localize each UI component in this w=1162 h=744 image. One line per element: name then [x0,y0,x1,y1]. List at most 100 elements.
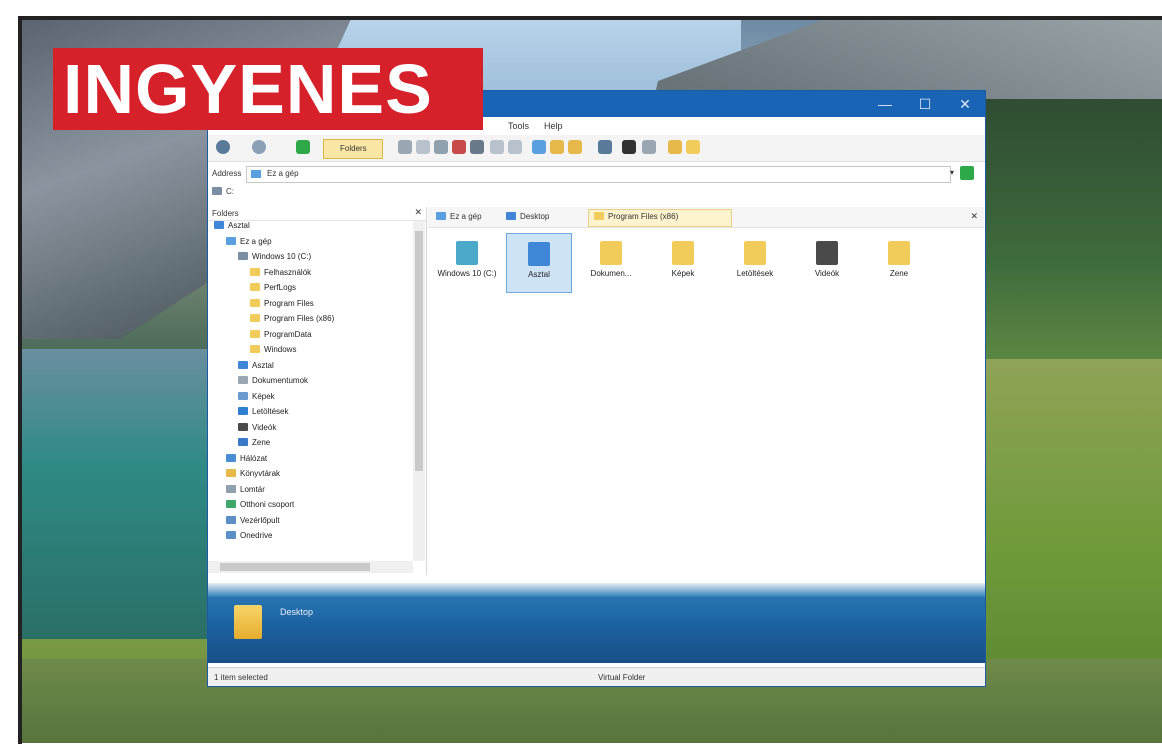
tree-item[interactable]: Asztal [238,360,274,373]
breadcrumb-desktop[interactable]: Desktop [506,212,549,221]
close-button[interactable]: ✕ [945,91,985,117]
file-icon-item[interactable]: Windows 10 (C:) [434,233,500,293]
new-folder-icon[interactable] [568,140,582,154]
drive-row[interactable]: C: [212,187,234,196]
tree-item-label: Vezérlőpult [240,515,280,525]
tree-item[interactable]: Képek [238,391,275,404]
folder-icon [250,314,260,322]
breadcrumb-this-pc[interactable]: Ez a gép [436,212,482,221]
tree-item[interactable]: Dokumentumok [238,376,308,388]
tree-item[interactable]: ProgramData [250,329,312,342]
folder-icon [250,267,260,276]
tree-item-label: Felhasználók [264,267,312,277]
tree-item[interactable]: Lomtár [226,484,265,497]
paste-icon[interactable] [434,140,448,154]
file-icon-item[interactable]: Asztal [506,233,572,293]
star-icon[interactable] [686,140,700,154]
tree-item[interactable]: Program Files (x86) [250,314,334,326]
file-icon-item[interactable]: Videók [794,233,860,293]
folder-icon [672,241,694,265]
folders-pane-close-icon[interactable]: ✕ [414,207,422,218]
folders-button[interactable]: Folders [323,139,383,159]
tree-item[interactable]: Onedrive [226,531,272,543]
back-icon[interactable] [216,140,230,154]
folder-icon [528,242,550,266]
tree-item-label: Dokumentumok [252,376,309,385]
breadcrumb-program-files-x86[interactable]: Program Files (x86) [594,212,678,221]
tree-item[interactable]: Windows [250,345,296,357]
folder-icon [214,221,224,229]
folder-icon [226,500,236,508]
undo-icon[interactable] [490,140,504,154]
folder-icon [226,469,236,477]
scrollbar-thumb[interactable] [415,231,423,471]
folder-icon [238,422,248,431]
tree-item[interactable]: Könyvtárak [226,469,280,481]
tree-item-label: Könyvtárak [240,469,281,478]
redo-icon[interactable] [508,140,522,154]
tree-item[interactable]: Videók [238,422,277,435]
tree-item[interactable]: Zene [238,438,270,450]
minimize-button[interactable]: — [865,91,905,117]
file-icon-item[interactable]: Dokumen... [578,233,644,293]
copy-icon[interactable] [416,140,430,154]
desktop-icon [506,212,516,220]
tree-item-label: Program Files (x86) [264,314,335,323]
maximize-button[interactable]: ☐ [905,91,945,117]
tree-item[interactable]: Letöltések [238,407,288,419]
file-icon-label: Windows 10 (C:) [437,269,497,278]
tree-item-label: PerfLogs [264,283,297,292]
folder-icon [250,283,260,291]
tree-item[interactable]: Felhasználók [250,267,312,280]
tree-item[interactable]: Hálózat [226,453,267,466]
details-name: Desktop [280,607,314,617]
tree-item-label: Lomtár [240,484,265,494]
tree-item-label: Asztal [228,221,250,230]
breadcrumb-close-icon[interactable]: ✕ [970,211,978,222]
go-button[interactable] [960,166,974,180]
file-icon-item[interactable]: Zene [866,233,932,293]
menu-help[interactable]: Help [544,121,563,131]
tree-item-label: Videók [252,422,277,432]
delete-icon[interactable] [452,140,466,154]
tree-item-label: Zene [252,438,271,447]
tree-item[interactable]: Asztal [214,221,250,233]
tree-item[interactable]: Program Files [250,298,314,311]
folder-icon [238,360,248,369]
forward-icon[interactable] [252,140,266,154]
folder-icon [250,329,260,338]
address-dropdown-icon[interactable]: ▾ [950,168,954,177]
move-to-icon[interactable] [550,140,564,154]
address-field[interactable]: Ez a gép [246,166,951,183]
status-folder-type: Virtual Folder [598,673,646,682]
map-drive-icon[interactable] [622,140,636,154]
tree-item[interactable]: Vezérlőpult [226,515,280,528]
folder-icon [816,241,838,265]
scrollbar-thumb[interactable] [220,563,370,571]
copy-to-icon[interactable] [532,140,546,154]
file-icon-item[interactable]: Képek [650,233,716,293]
file-icon-label: Asztal [528,270,550,279]
drive-row-label: C: [226,187,234,196]
view-icon[interactable] [598,140,612,154]
tree-item[interactable]: Otthoni csoport [226,500,294,512]
tree-item[interactable]: Windows 10 (C:) [238,252,311,264]
properties-icon[interactable] [470,140,484,154]
wallpaper-lake [21,349,221,639]
folder-icon [234,605,262,639]
cut-icon[interactable] [398,140,412,154]
favorites-icon[interactable] [668,140,682,154]
file-icon-item[interactable]: Letöltések [722,233,788,293]
vertical-scrollbar[interactable] [413,221,425,561]
horizontal-scrollbar[interactable] [208,561,413,573]
folder-icon [226,484,236,493]
search-icon[interactable] [642,140,656,154]
tree-item[interactable]: Ez a gép [226,236,272,249]
folder-icon [238,376,248,384]
breadcrumb-label: Program Files (x86) [608,212,679,221]
menu-tools[interactable]: Tools [508,121,529,131]
up-icon[interactable] [296,140,310,154]
details-pane: Desktop [208,583,985,663]
file-icon-label: Képek [671,269,695,278]
tree-item[interactable]: PerfLogs [250,283,296,295]
